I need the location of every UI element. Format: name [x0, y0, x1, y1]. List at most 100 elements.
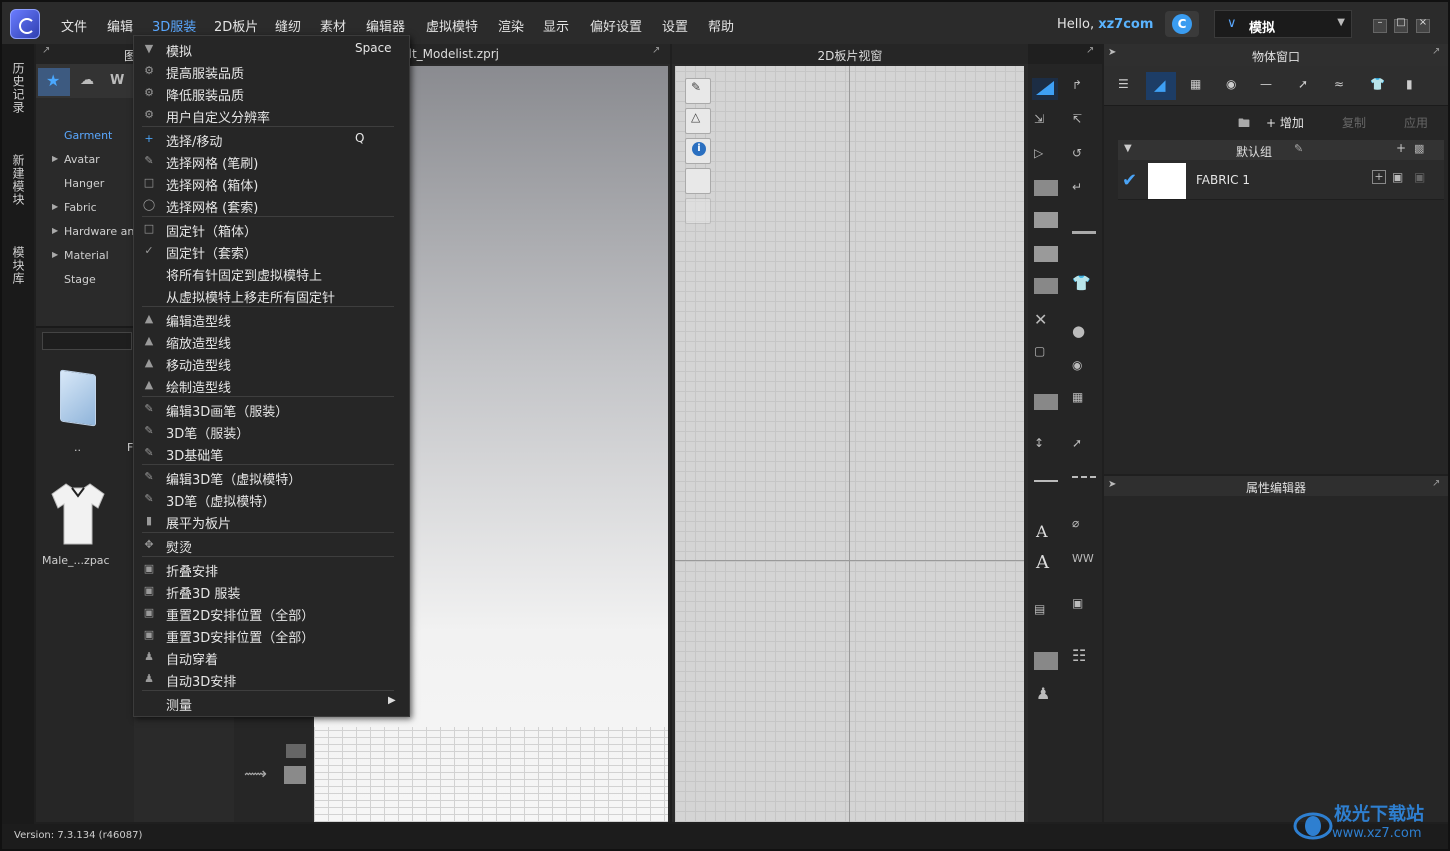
sewing-check-icon[interactable]: ↺	[1072, 146, 1096, 166]
collapse-arrow-icon[interactable]: ▼	[1124, 143, 1132, 154]
text-tool-icon[interactable]: A	[1036, 522, 1060, 542]
texture-tool-icon[interactable]	[685, 168, 711, 194]
menu-settings[interactable]: 设置	[662, 16, 688, 35]
wave-stitch-icon[interactable]: WW	[1072, 552, 1096, 572]
avatar-toggle-icon[interactable]	[286, 744, 306, 758]
edit-pencil-icon[interactable]: ✎	[1294, 142, 1303, 155]
mode-select[interactable]: ∨ 模拟 ▼	[1214, 10, 1352, 38]
new-folder-icon[interactable]: 🖿	[1238, 114, 1250, 135]
show-pattern-tool-icon[interactable]: ✎	[685, 78, 711, 104]
menu-item-flatten[interactable]: ▮ 展平为板片	[134, 510, 409, 532]
menu-item-iron[interactable]: ✥ 熨烫	[134, 534, 409, 556]
maximize-button[interactable]: □	[1394, 17, 1408, 33]
tab-line[interactable]: ➚	[1290, 72, 1320, 100]
annotation-tool-icon[interactable]: A	[1036, 552, 1060, 573]
menu-avatar[interactable]: 虚拟模特	[426, 16, 478, 35]
menu-item-fold-3d[interactable]: ▣ 折叠3D 服装	[134, 580, 409, 602]
checkmark-icon[interactable]: ✔	[1122, 170, 1137, 191]
sewing-free-icon[interactable]: ↸	[1072, 112, 1096, 132]
display-mode-icon[interactable]	[284, 766, 306, 784]
tree-item-material[interactable]: Material	[64, 249, 109, 262]
menu-item-pin-lasso[interactable]: ✓ 固定针（套索）	[134, 240, 409, 262]
pattern-edit-tool-icon[interactable]	[1032, 78, 1058, 100]
apply-to-pattern-icon[interactable]: +	[1372, 170, 1386, 184]
menu-item-edit-3d-brush[interactable]: ✎ 编辑3D画笔（服装）	[134, 398, 409, 420]
popout-icon[interactable]: ↗	[1432, 478, 1440, 489]
file-parent-folder[interactable]: ..	[74, 441, 81, 454]
puckering-tool-icon[interactable]: ▣	[1072, 596, 1096, 616]
cloud-button[interactable]: C	[1165, 11, 1199, 37]
trace-tool-icon[interactable]: ▢	[1034, 344, 1058, 364]
menu-item-quality-down[interactable]: ⚙ 降低服装品质	[134, 82, 409, 104]
app-logo-icon[interactable]	[10, 9, 40, 39]
internal-rect-tool-icon[interactable]	[1034, 246, 1058, 262]
tab-list-view[interactable]: ☰	[1110, 72, 1140, 100]
minimize-button[interactable]: –	[1373, 17, 1387, 33]
menu-item-auto-dress[interactable]: ♟ 自动穿着	[134, 646, 409, 668]
menu-item-select-move[interactable]: + 选择/移动 Q	[134, 128, 409, 150]
menu-item-auto-3d-arrange[interactable]: ♟ 自动3D安排	[134, 668, 409, 690]
menu-file[interactable]: 文件	[61, 16, 87, 35]
sewing-edit-icon[interactable]: ↵	[1072, 180, 1096, 200]
tape-measure-icon[interactable]: ⟿	[244, 764, 267, 783]
tree-item-fabric[interactable]: Fabric	[64, 201, 97, 214]
dart-tool-icon[interactable]	[1034, 278, 1058, 294]
trim-tool-icon[interactable]: ☷	[1072, 646, 1096, 666]
expand-arrow-icon[interactable]: ▶	[52, 202, 58, 211]
tab-favorites[interactable]: ★	[38, 68, 70, 96]
menu-item-edit-3d-pen-avatar[interactable]: ✎ 编辑3D笔（虚拟模特）	[134, 466, 409, 488]
file-male-zpac[interactable]: Male_...zpac	[42, 554, 110, 567]
tree-item-garment[interactable]: Garment	[64, 129, 112, 142]
menu-item-draw-style-line[interactable]: ▲ 绘制造型线	[134, 374, 409, 396]
folder-icon[interactable]: ▩	[1414, 142, 1424, 155]
menu-materials[interactable]: 素材	[320, 16, 346, 35]
menu-item-mesh-box[interactable]: □ 选择网格 (箱体)	[134, 172, 409, 194]
menu-item-move-style-line[interactable]: ▲ 移动造型线	[134, 352, 409, 374]
library-search-input[interactable]	[42, 332, 132, 350]
apply-button[interactable]: 应用	[1396, 112, 1436, 132]
username[interactable]: xz7com	[1098, 17, 1153, 32]
menu-item-edit-style-line[interactable]: ▲ 编辑造型线	[134, 308, 409, 330]
tab-module-library[interactable]: 模块库	[10, 246, 27, 285]
popout-icon[interactable]: ↗	[1432, 46, 1440, 57]
tab-texture[interactable]: ▦	[1182, 72, 1212, 100]
tab-zipper[interactable]: ≈	[1326, 72, 1356, 100]
edit-point-icon[interactable]: ⇲	[1034, 112, 1058, 132]
info-tool-icon[interactable]: i	[685, 138, 711, 164]
tab-trim[interactable]: 👕	[1362, 72, 1392, 100]
menu-3d-garment[interactable]: 3D服装	[152, 16, 196, 35]
elastic-tool-icon[interactable]: ⌀	[1072, 516, 1096, 536]
tab-cloud[interactable]: ☁	[72, 68, 104, 96]
tack-tool-icon[interactable]	[1072, 224, 1096, 234]
menu-help[interactable]: 帮助	[708, 16, 734, 35]
close-button[interactable]: ×	[1416, 17, 1430, 33]
zipper-tool-icon[interactable]: ▦	[1072, 390, 1096, 410]
polygon-tool-icon[interactable]	[1034, 180, 1058, 196]
segment-tool-icon[interactable]: ↕	[1034, 436, 1058, 456]
buttonhole-tool-icon[interactable]: ◉	[1072, 358, 1096, 378]
delete-fabric-icon[interactable]: ▣	[1414, 170, 1425, 184]
garment-icon[interactable]: 👕	[1072, 274, 1096, 294]
menu-item-fold-arrange[interactable]: ▣ 折叠安排	[134, 558, 409, 580]
pattern-copy-tool-icon[interactable]	[1034, 652, 1058, 670]
menu-item-scale-style-line[interactable]: ▲ 缩放造型线	[134, 330, 409, 352]
expand-arrow-icon[interactable]: ▶	[52, 226, 58, 235]
add-group-icon[interactable]: +	[1396, 141, 1406, 155]
menu-item-measure[interactable]: 测量 ▶	[134, 692, 409, 714]
cut-tool-icon[interactable]: ✕	[1034, 310, 1058, 330]
expand-arrow-icon[interactable]: ▶	[52, 154, 58, 163]
menu-item-mesh-brush[interactable]: ✎ 选择网格 (笔刷)	[134, 150, 409, 172]
menu-edit[interactable]: 编辑	[107, 16, 133, 35]
tab-fabric[interactable]: ◢	[1146, 72, 1176, 100]
avatar-pose-tool-icon[interactable]: ♟	[1036, 684, 1060, 704]
tshirt-icon[interactable]	[48, 482, 108, 548]
panel-arrow-icon[interactable]: ➤	[1108, 479, 1116, 490]
menu-item-custom-resolution[interactable]: ⚙ 用户自定义分辨率	[134, 104, 409, 126]
menu-item-3d-basic-pen[interactable]: ✎ 3D基础笔	[134, 442, 409, 464]
tree-item-avatar[interactable]: Avatar	[64, 153, 100, 166]
menu-display[interactable]: 显示	[543, 16, 569, 35]
ruler-tool-icon[interactable]	[1034, 480, 1058, 486]
folder-icon[interactable]	[60, 369, 96, 427]
sewing-segment-icon[interactable]: ↱	[1072, 78, 1096, 98]
tab-new-module[interactable]: 新建模块	[10, 154, 27, 206]
